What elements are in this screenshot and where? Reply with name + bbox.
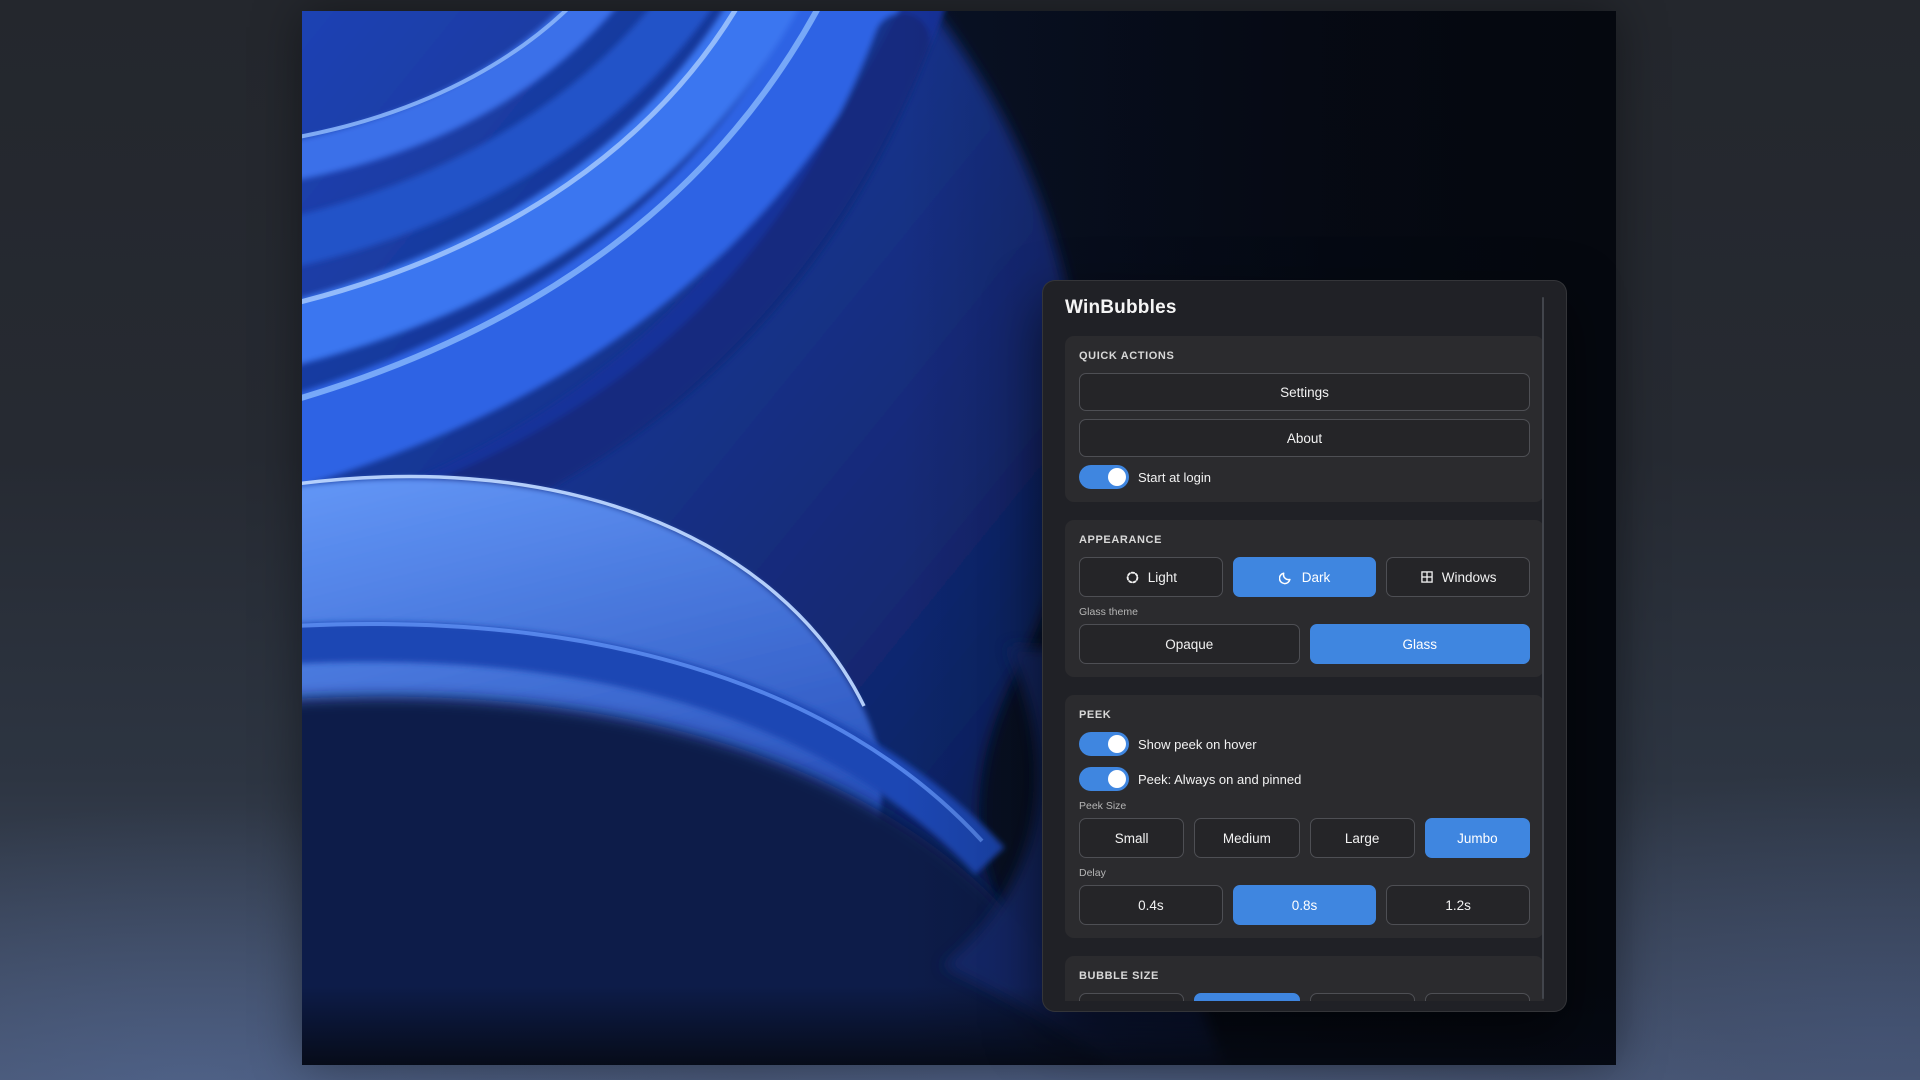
toggle-knob [1108, 735, 1126, 753]
delay-row: 0.4s 0.8s 1.2s [1079, 885, 1530, 925]
delay-label: Delay [1079, 867, 1530, 879]
peek-size-option-large[interactable]: Large [1310, 818, 1415, 858]
glass-option-label: Opaque [1165, 637, 1213, 652]
peek-size-label: Peek Size [1079, 800, 1530, 812]
peek-size-option-label: Large [1345, 831, 1380, 846]
show-peek-on-hover-label: Show peek on hover [1138, 737, 1257, 752]
show-peek-on-hover-toggle[interactable] [1079, 732, 1129, 756]
section-label: BUBBLE SIZE [1079, 969, 1530, 984]
theme-option-light[interactable]: Light [1079, 557, 1223, 597]
section-appearance: APPEARANCE LightDarkWindows Glass theme … [1065, 520, 1544, 677]
peek-size-option-jumbo[interactable]: Jumbo [1425, 818, 1530, 858]
theme-option-label: Dark [1302, 570, 1331, 585]
start-at-login-label: Start at login [1138, 470, 1211, 485]
delay-option-1-2s[interactable]: 1.2s [1386, 885, 1530, 925]
section-label: QUICK ACTIONS [1079, 349, 1530, 364]
bubble-size-option-option-4[interactable] [1425, 993, 1530, 1001]
panel-title: WinBubbles [1065, 297, 1544, 319]
peek-always-on-and-pinned-row: Peek: Always on and pinned [1079, 767, 1530, 791]
toggle-knob [1108, 468, 1126, 486]
quick-action-buttons: Settings About [1079, 373, 1530, 457]
toggle-knob [1108, 770, 1126, 788]
grid-icon [1420, 570, 1434, 584]
theme-option-label: Windows [1442, 570, 1497, 585]
bubble-size-option-option-1[interactable] [1079, 993, 1184, 1001]
delay-option-0-8s[interactable]: 0.8s [1233, 885, 1377, 925]
moon-icon [1279, 570, 1294, 585]
section-label: APPEARANCE [1079, 533, 1530, 548]
theme-option-label: Light [1148, 570, 1177, 585]
bubble-size-row [1079, 993, 1530, 1001]
delay-option-label: 0.8s [1292, 898, 1318, 913]
section-label: PEEK [1079, 708, 1530, 723]
panel-scrollbar[interactable] [1542, 297, 1544, 999]
peek-size-option-label: Jumbo [1457, 831, 1498, 846]
section-peek: PEEK Show peek on hover Peek: Always on a… [1065, 695, 1544, 938]
peek-size-option-label: Small [1115, 831, 1149, 846]
glass-option-glass[interactable]: Glass [1310, 624, 1531, 664]
peek-size-option-label: Medium [1223, 831, 1271, 846]
glass-theme-label: Glass theme [1079, 606, 1530, 618]
theme-option-dark[interactable]: Dark [1233, 557, 1377, 597]
peek-always-on-and-pinned-label: Peek: Always on and pinned [1138, 772, 1301, 787]
peek-size-option-medium[interactable]: Medium [1194, 818, 1299, 858]
glass-options-row: Opaque Glass [1079, 624, 1530, 664]
panel-content: WinBubbles QUICK ACTIONS Settings About S… [1043, 281, 1566, 1001]
peek-always-on-and-pinned-toggle[interactable] [1079, 767, 1129, 791]
winbubbles-panel: WinBubbles QUICK ACTIONS Settings About S… [1042, 280, 1567, 1012]
delay-option-label: 0.4s [1138, 898, 1164, 913]
show-peek-on-hover-row: Show peek on hover [1079, 732, 1530, 756]
peek-toggles: Show peek on hover Peek: Always on and pi… [1079, 732, 1530, 791]
theme-option-windows[interactable]: Windows [1386, 557, 1530, 597]
theme-options-row: Light Dark Windows [1079, 557, 1530, 597]
glass-option-label: Glass [1402, 637, 1437, 652]
peek-size-option-small[interactable]: Small [1079, 818, 1184, 858]
start-at-login-row: Start at login [1079, 465, 1530, 489]
section-quick-actions: QUICK ACTIONS Settings About Start at log… [1065, 336, 1544, 502]
bubble-size-option-option-2[interactable] [1194, 993, 1299, 1001]
quick-action-settings[interactable]: Settings [1079, 373, 1530, 411]
quick-action-about[interactable]: About [1079, 419, 1530, 457]
start-at-login-toggle[interactable] [1079, 465, 1129, 489]
bubble-size-option-option-3[interactable] [1310, 993, 1415, 1001]
delay-option-0-4s[interactable]: 0.4s [1079, 885, 1223, 925]
delay-option-label: 1.2s [1445, 898, 1471, 913]
start-at-login-row: Start at login [1079, 465, 1530, 489]
sun-icon [1125, 570, 1140, 585]
glass-option-opaque[interactable]: Opaque [1079, 624, 1300, 664]
peek-size-row: Small Medium Large Jumbo [1079, 818, 1530, 858]
screen: WinBubbles QUICK ACTIONS Settings About S… [0, 0, 1920, 1080]
section-bubble-size: BUBBLE SIZE [1065, 956, 1544, 1001]
